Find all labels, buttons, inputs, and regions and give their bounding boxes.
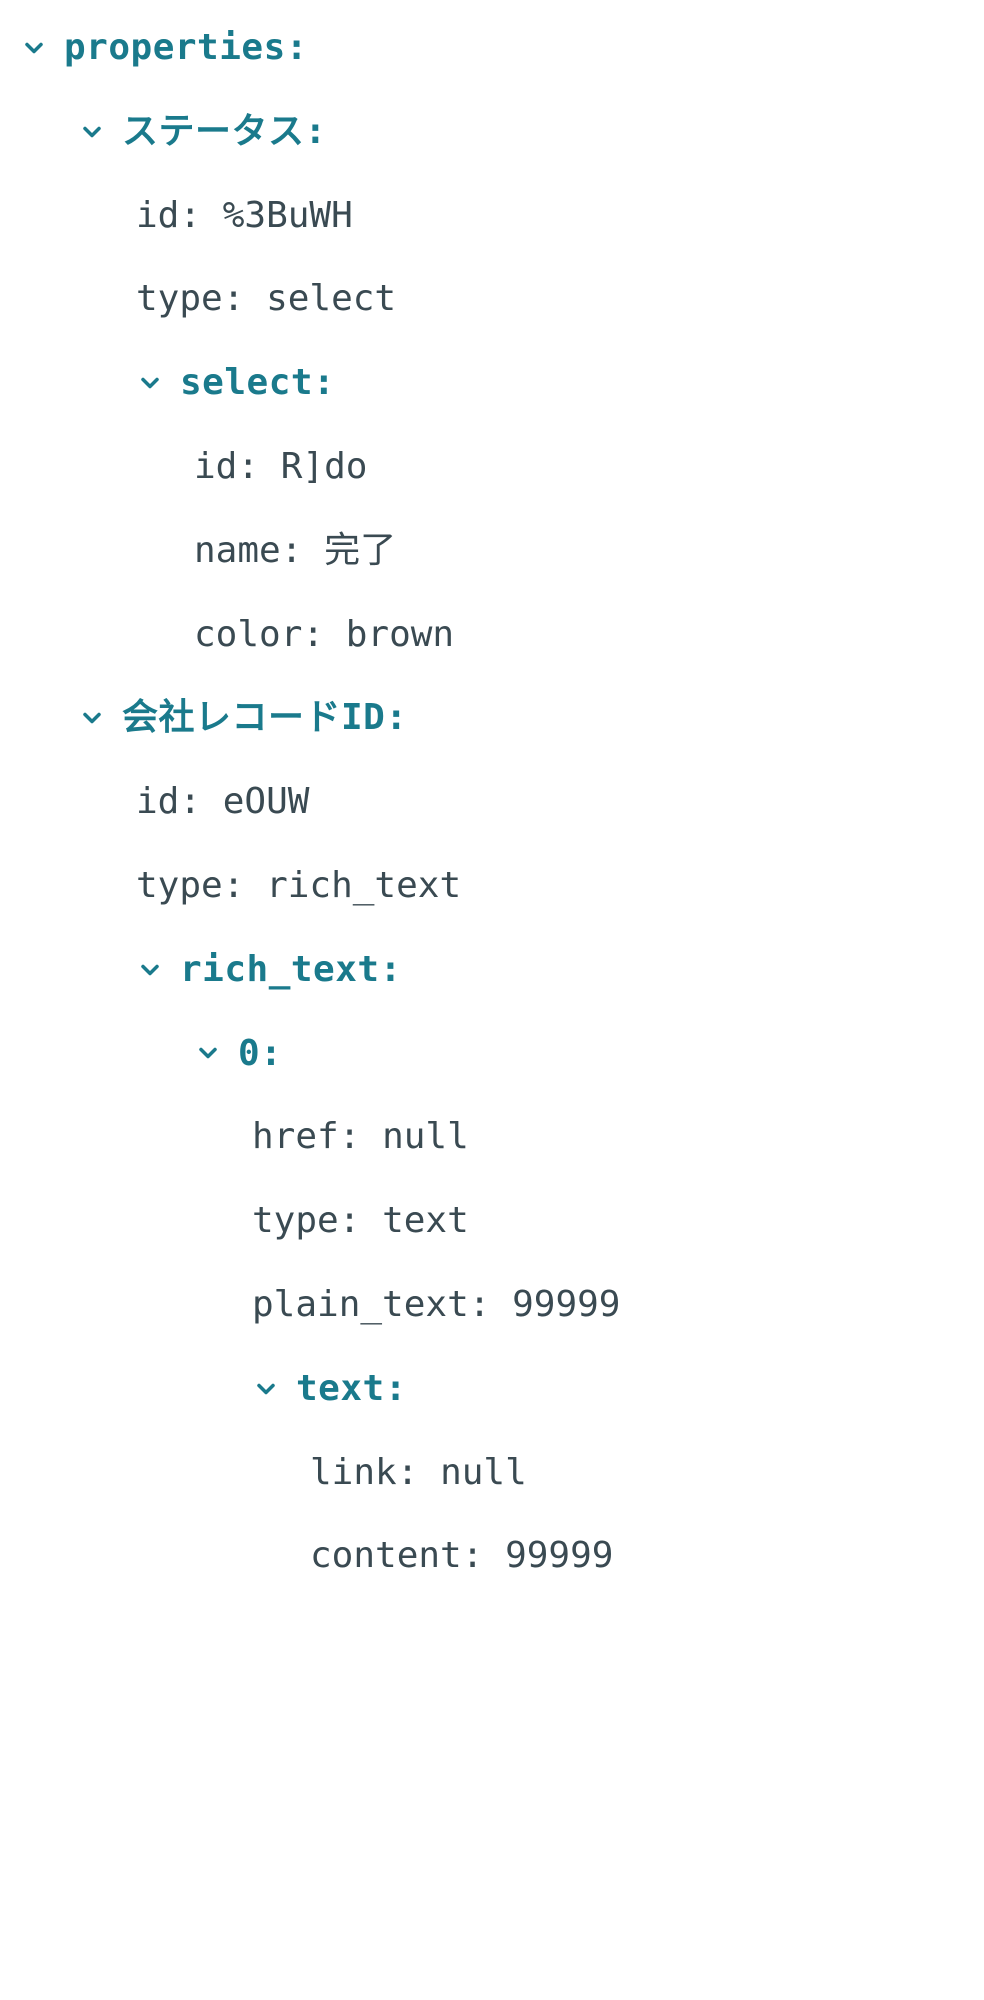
- select-children: id: R]do name: 完了 color: brown: [136, 439, 964, 662]
- status-node-toggle[interactable]: ステータス:: [78, 104, 964, 160]
- status-label: ステータス:: [122, 104, 327, 160]
- prop-value: rich_text: [266, 858, 461, 914]
- text-node-toggle[interactable]: text:: [252, 1361, 964, 1417]
- text-content-row: content: 99999: [310, 1528, 964, 1584]
- status-children: id: %3BuWH type: select select: id:: [78, 188, 964, 663]
- chevron-down-icon: [78, 118, 106, 146]
- status-id-row: id: %3BuWH: [136, 188, 964, 244]
- prop-value: 完了: [324, 523, 396, 579]
- prop-value: null: [382, 1109, 469, 1165]
- prop-key: plain_text:: [252, 1277, 490, 1333]
- prop-value: select: [266, 271, 396, 327]
- company-record-id-node-toggle[interactable]: 会社レコードID:: [78, 690, 964, 746]
- select-color-row: color: brown: [194, 607, 964, 663]
- prop-key: href:: [252, 1109, 360, 1165]
- prop-key: type:: [136, 271, 244, 327]
- text-link-row: link: null: [310, 1445, 964, 1501]
- item-0-children: href: null type: text plain_text: 99999: [194, 1109, 964, 1584]
- prop-key: content:: [310, 1528, 483, 1584]
- chevron-down-icon: [136, 369, 164, 397]
- rich-text-node-toggle[interactable]: rich_text:: [136, 942, 964, 998]
- prop-value: brown: [346, 607, 454, 663]
- text-label: text:: [296, 1361, 407, 1417]
- item-0-label: 0:: [238, 1026, 282, 1082]
- rich-text-children: 0: href: null type: text plain_text:: [136, 1026, 964, 1585]
- prop-key: id:: [194, 439, 259, 495]
- company-id-row: id: eOUW: [136, 774, 964, 830]
- prop-key: id:: [136, 774, 201, 830]
- select-id-row: id: R]do: [194, 439, 964, 495]
- prop-value: null: [440, 1445, 527, 1501]
- prop-key: id:: [136, 188, 201, 244]
- chevron-down-icon: [194, 1039, 222, 1067]
- prop-key: name:: [194, 523, 302, 579]
- prop-value: 99999: [512, 1277, 620, 1333]
- chevron-down-icon: [78, 704, 106, 732]
- chevron-down-icon: [20, 34, 48, 62]
- text-children: link: null content: 99999: [252, 1445, 964, 1585]
- prop-key: link:: [310, 1445, 418, 1501]
- chevron-down-icon: [136, 956, 164, 984]
- prop-value: R]do: [281, 439, 368, 495]
- properties-label: properties:: [64, 20, 308, 76]
- select-node-toggle[interactable]: select:: [136, 355, 964, 411]
- prop-key: type:: [136, 858, 244, 914]
- company-record-id-label: 会社レコードID:: [122, 690, 408, 746]
- prop-value: 99999: [505, 1528, 613, 1584]
- select-label: select:: [180, 355, 335, 411]
- prop-value: eOUW: [223, 774, 310, 830]
- item-0-href-row: href: null: [252, 1109, 964, 1165]
- prop-key: type:: [252, 1193, 360, 1249]
- prop-value: %3BuWH: [223, 188, 353, 244]
- item-0-plain-text-row: plain_text: 99999: [252, 1277, 964, 1333]
- prop-key: color:: [194, 607, 324, 663]
- company-record-id-children: id: eOUW type: rich_text rich_text:: [78, 774, 964, 1584]
- select-name-row: name: 完了: [194, 523, 964, 579]
- properties-children: ステータス: id: %3BuWH type: select select:: [20, 104, 964, 1612]
- json-tree-root: properties: ステータス: id: %3BuWH type: sele…: [20, 20, 964, 1612]
- item-0-node-toggle[interactable]: 0:: [194, 1026, 964, 1082]
- status-type-row: type: select: [136, 271, 964, 327]
- company-type-row: type: rich_text: [136, 858, 964, 914]
- chevron-down-icon: [252, 1375, 280, 1403]
- item-0-type-row: type: text: [252, 1193, 964, 1249]
- properties-node-toggle[interactable]: properties:: [20, 20, 964, 76]
- prop-value: text: [382, 1193, 469, 1249]
- rich-text-label: rich_text:: [180, 942, 402, 998]
